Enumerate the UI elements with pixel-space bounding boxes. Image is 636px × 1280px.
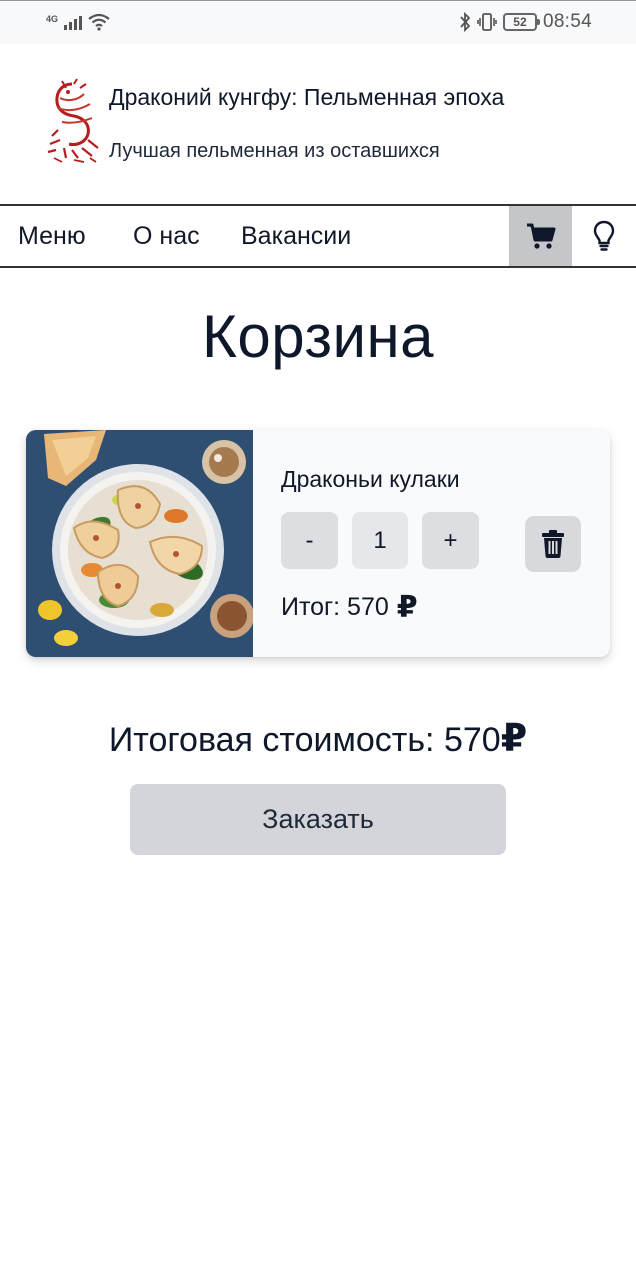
status-right: 52 08:54: [459, 11, 592, 33]
cart-item-total: Итог: 570 ₽: [281, 590, 418, 625]
decrease-quantity-button[interactable]: -: [281, 512, 338, 569]
wifi-icon: [88, 13, 110, 31]
remove-item-button[interactable]: [525, 516, 581, 572]
bluetooth-icon: [460, 12, 471, 32]
vibrate-icon: [477, 13, 497, 31]
cart-item-name: Драконьи кулаки: [281, 466, 460, 492]
cart-icon: [526, 223, 555, 249]
brand-subtitle: Лучшая пельменная из оставшихся: [109, 140, 440, 162]
clock: 08:54: [542, 11, 592, 32]
lightbulb-icon: [593, 220, 615, 251]
quantity-value: 1: [352, 512, 408, 569]
increase-quantity-button[interactable]: +: [422, 512, 479, 569]
trash-icon: [542, 530, 564, 558]
order-button[interactable]: Заказать: [130, 784, 506, 855]
status-bar: 4G 52 08:54: [0, 0, 636, 44]
status-left: 4G: [46, 13, 110, 31]
signal-icon: [64, 14, 83, 30]
brand-title: Драконий кунгфу: Пельменная эпоха: [109, 84, 505, 110]
page-title: Корзина: [201, 303, 435, 370]
nav-item-about[interactable]: О нас: [133, 222, 200, 251]
network-type: 4G: [46, 13, 59, 24]
ruble-icon: ₽: [396, 591, 418, 624]
order-total: Итоговая стоимость: 570₽: [0, 716, 636, 761]
main-nav: Меню О нас Вакансии: [0, 204, 636, 268]
nav-item-vacancies[interactable]: Вакансии: [241, 222, 351, 251]
nav-item-menu[interactable]: Меню: [18, 222, 86, 251]
order-total-text: Итоговая стоимость: 570: [108, 721, 501, 759]
dumplings-image: [26, 430, 253, 657]
cart-item-card: Драконьи кулаки - 1 + Итог: 570 ₽: [26, 430, 610, 657]
nav-ideas-button[interactable]: [572, 206, 636, 266]
nav-cart-button[interactable]: [509, 206, 572, 266]
brand-header: Драконий кунгфу: Пельменная эпоха Лучшая…: [44, 78, 624, 168]
battery-icon: 52: [502, 13, 540, 31]
page: 4G 52 08:54 Драконий кунгфу: Пельменная …: [0, 0, 636, 1280]
ruble-icon: ₽: [500, 718, 528, 760]
dragon-logo-icon[interactable]: [44, 78, 102, 164]
cart-item-total-text: Итог: 570: [281, 593, 389, 621]
